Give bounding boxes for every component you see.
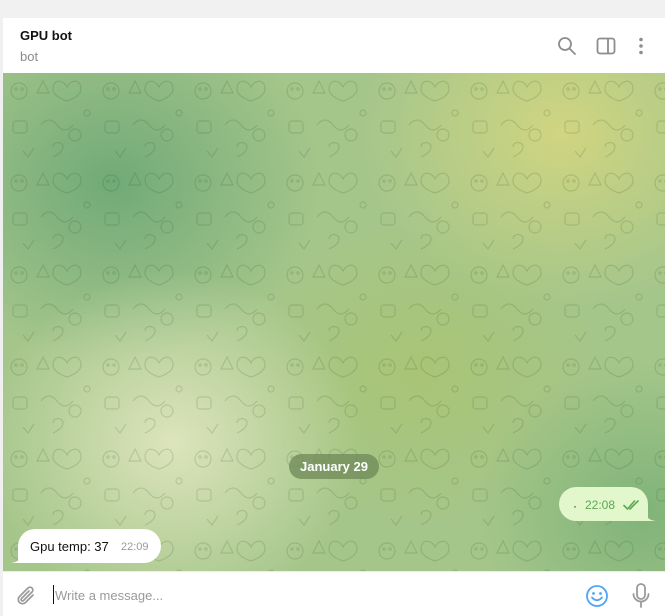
chat-window: GPU bot bot January 29 · 22:08 Gpu temp:… [3,18,665,616]
chat-title[interactable]: GPU bot [20,28,72,43]
incoming-message[interactable]: Gpu temp: 37 22:09 [11,529,161,563]
microphone-icon[interactable] [631,582,651,610]
sidebar-toggle-icon[interactable] [594,34,618,58]
bubble-tail [11,553,23,563]
message-time: 22:08 [585,498,616,512]
text-caret [53,585,54,604]
outgoing-message[interactable]: · 22:08 [559,487,656,521]
emoji-icon[interactable] [585,584,609,608]
window-top-strip [0,0,665,18]
chat-area[interactable]: January 29 · 22:08 Gpu temp: 37 22:09 [3,73,665,571]
message-text: · [573,499,577,513]
date-separator: January 29 [289,454,379,479]
paperclip-icon[interactable] [16,584,38,608]
bubble-tail [644,511,656,521]
read-double-check-icon [623,500,639,510]
search-icon[interactable] [555,34,579,58]
message-text: Gpu temp: 37 [30,539,109,554]
chat-subtitle: bot [20,49,39,64]
message-composer [3,571,665,616]
chat-header[interactable]: GPU bot bot [3,18,665,74]
message-input[interactable] [55,582,555,608]
message-time: 22:09 [121,541,149,553]
more-vertical-icon[interactable] [629,34,653,58]
